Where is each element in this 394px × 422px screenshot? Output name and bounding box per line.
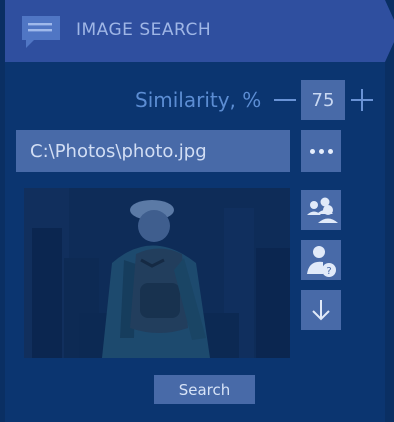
message-lines-icon — [20, 14, 62, 50]
arrow-down-icon — [312, 300, 330, 321]
person-photo — [24, 188, 290, 358]
header-arrow — [385, 0, 394, 62]
similarity-increase-button[interactable] — [345, 80, 383, 120]
panel-title: IMAGE SEARCH — [76, 20, 212, 40]
svg-text:?: ? — [326, 266, 331, 277]
more-dots-icon — [309, 148, 315, 154]
group-users-icon — [307, 197, 338, 223]
unknown-person-button[interactable]: ? — [301, 240, 341, 280]
image-preview — [24, 188, 290, 358]
image-search-panel: IMAGE SEARCH Similarity, % 75 C:\Photos\… — [5, 0, 394, 422]
panel-header: IMAGE SEARCH — [5, 0, 385, 62]
user-question-icon: ? — [307, 246, 336, 277]
similarity-label: Similarity, % — [135, 88, 262, 112]
browse-button[interactable] — [301, 130, 341, 172]
download-button[interactable] — [301, 290, 341, 330]
similarity-value[interactable]: 75 — [301, 80, 345, 120]
group-search-button[interactable] — [301, 190, 341, 230]
image-path-input[interactable] — [16, 130, 290, 172]
search-button[interactable]: Search — [154, 375, 255, 404]
